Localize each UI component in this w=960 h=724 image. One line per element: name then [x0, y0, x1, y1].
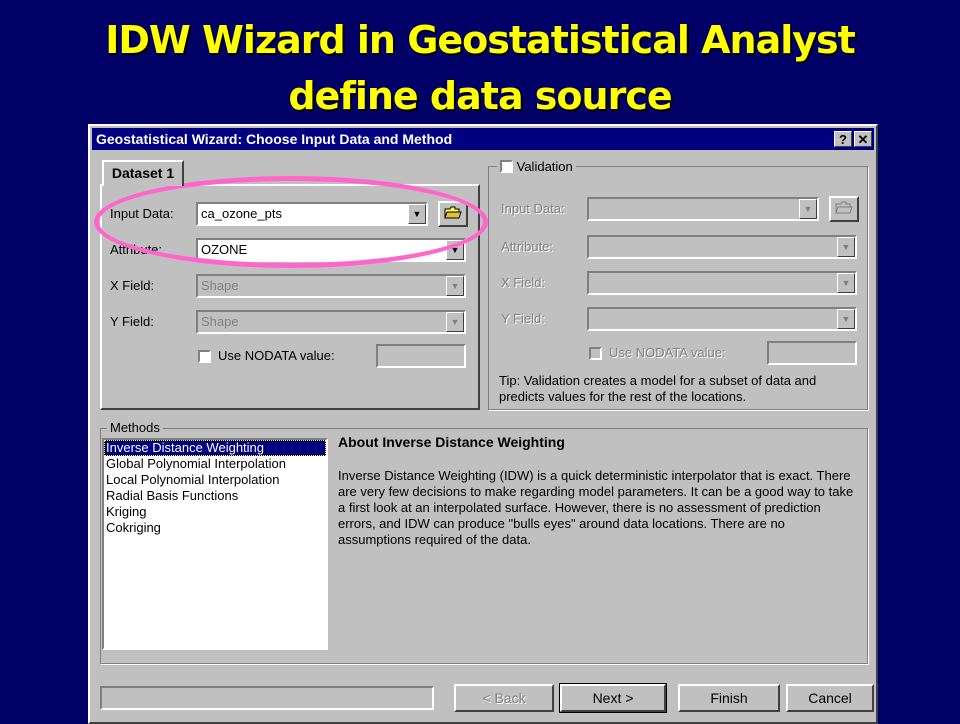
- y-field-label: Y Field:: [110, 314, 154, 329]
- status-field: [100, 686, 434, 710]
- validation-nodata-label: Use NODATA value:: [609, 345, 726, 360]
- open-folder-icon: [835, 201, 853, 214]
- attribute-label: Attribute:: [110, 242, 163, 257]
- about-method-title: About Inverse Distance Weighting: [338, 434, 565, 450]
- chevron-down-icon: ▼: [799, 199, 817, 219]
- y-field-dropdown: Shape ▼: [196, 310, 466, 334]
- validation-y-field-label: Y Field:: [501, 311, 545, 326]
- attribute-dropdown[interactable]: OZONE ▼: [196, 238, 466, 262]
- x-field-label: X Field:: [110, 278, 155, 293]
- list-item[interactable]: Cokriging: [104, 520, 326, 536]
- list-item[interactable]: Global Polynomial Interpolation: [104, 456, 326, 472]
- input-data-dropdown[interactable]: ca_ozone_pts ▼: [196, 202, 428, 226]
- dialog-title: Geostatistical Wizard: Choose Input Data…: [96, 131, 453, 147]
- nodata-checkbox[interactable]: [198, 350, 211, 363]
- list-item[interactable]: Kriging: [104, 504, 326, 520]
- dataset-panel: Input Data: ca_ozone_pts ▼ Attribute: OZ…: [100, 184, 480, 410]
- validation-nodata-input: [767, 341, 857, 365]
- input-data-value: ca_ozone_pts: [201, 206, 282, 221]
- validation-tip: Tip: Validation creates a model for a su…: [499, 373, 817, 404]
- wizard-dialog: Geostatistical Wizard: Choose Input Data…: [88, 124, 878, 724]
- chevron-down-icon: ▼: [446, 276, 464, 296]
- chevron-down-icon[interactable]: ▼: [408, 204, 426, 224]
- validation-attribute-label: Attribute:: [501, 239, 554, 254]
- input-data-label: Input Data:: [110, 206, 174, 221]
- cancel-button[interactable]: Cancel: [786, 684, 874, 712]
- x-field-dropdown: Shape ▼: [196, 274, 466, 298]
- validation-browse-button: [829, 196, 859, 222]
- x-field-value: Shape: [201, 278, 239, 293]
- list-item[interactable]: Inverse Distance Weighting: [104, 440, 326, 456]
- validation-y-field-dropdown: ▼: [587, 307, 857, 331]
- methods-legend: Methods: [107, 420, 163, 435]
- help-button[interactable]: ?: [834, 131, 852, 147]
- validation-attribute-dropdown: ▼: [587, 235, 857, 259]
- tab-dataset-1[interactable]: Dataset 1: [102, 160, 184, 186]
- list-item[interactable]: Local Polynomial Interpolation: [104, 472, 326, 488]
- back-button[interactable]: < Back: [454, 684, 554, 712]
- methods-listbox[interactable]: Inverse Distance Weighting Global Polyno…: [102, 438, 328, 650]
- nodata-input[interactable]: [376, 344, 466, 368]
- validation-nodata-checkbox: [589, 347, 602, 360]
- validation-input-data-label: Input Data:: [501, 201, 565, 216]
- validation-legend: Validation: [497, 158, 576, 175]
- chevron-down-icon: ▼: [837, 237, 855, 257]
- slide-subtitle: define data source: [288, 74, 672, 118]
- close-button[interactable]: ✕: [854, 131, 872, 147]
- attribute-value: OZONE: [201, 242, 248, 257]
- list-item[interactable]: Radial Basis Functions: [104, 488, 326, 504]
- slide-title: IDW Wizard in Geostatistical Analyst: [105, 18, 856, 62]
- chevron-down-icon: ▼: [837, 309, 855, 329]
- finish-button[interactable]: Finish: [678, 684, 780, 712]
- chevron-down-icon: ▼: [446, 312, 464, 332]
- validation-group: Validation Input Data: ▼ Attribute: ▼ X …: [488, 158, 868, 410]
- validation-checkbox[interactable]: [500, 160, 513, 174]
- about-method-text: Inverse Distance Weighting (IDW) is a qu…: [338, 468, 854, 547]
- nodata-label: Use NODATA value:: [218, 348, 335, 363]
- open-folder-icon: [444, 206, 462, 219]
- next-button[interactable]: Next >: [559, 683, 667, 713]
- browse-folder-button[interactable]: [438, 201, 468, 227]
- validation-input-data-dropdown: ▼: [587, 197, 819, 221]
- chevron-down-icon[interactable]: ▼: [446, 240, 464, 260]
- validation-x-field-label: X Field:: [501, 275, 546, 290]
- dialog-titlebar: Geostatistical Wizard: Choose Input Data…: [92, 128, 874, 150]
- validation-x-field-dropdown: ▼: [587, 271, 857, 295]
- y-field-value: Shape: [201, 314, 239, 329]
- chevron-down-icon: ▼: [837, 273, 855, 293]
- validation-label: Validation: [516, 159, 573, 175]
